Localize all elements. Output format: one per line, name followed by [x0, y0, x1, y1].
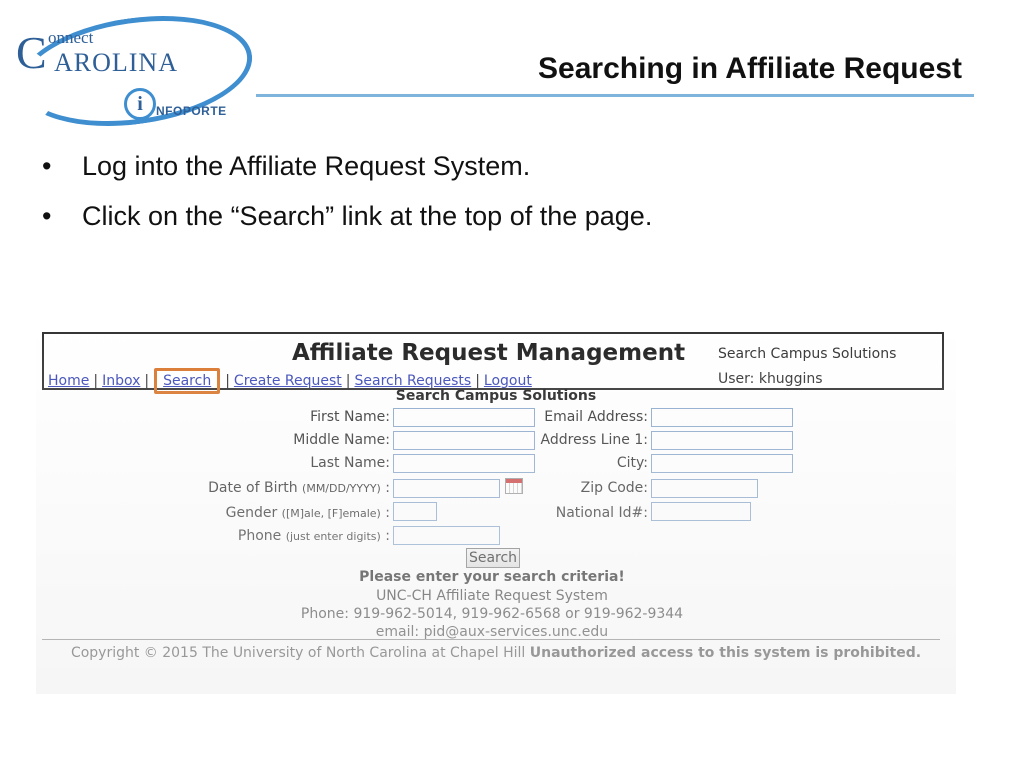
logo-carolina-text: AROLINA [54, 48, 178, 77]
nav-inbox-link[interactable]: Inbox [102, 373, 140, 389]
logo-infoporte-text: NFOPORTE [156, 104, 227, 118]
contact-email: email: pid@aux-services.unc.edu [375, 624, 609, 640]
dob-label-text: Date of Birth [208, 480, 298, 496]
context-label: Search Campus Solutions [718, 346, 897, 362]
nav-separator: | [225, 373, 230, 389]
first-name-label: First Name: [310, 409, 390, 425]
dob-label: Date of Birth (MM/DD/YYYY) : [136, 480, 390, 496]
phone-colon: : [385, 528, 390, 544]
national-id-input[interactable] [651, 502, 751, 521]
app-screenshot: Affiliate Request Management Home | Inbox |… [36, 324, 956, 694]
contact-phones: Phone: 919-962-5014, 919-962-6568 or 919… [300, 606, 684, 622]
phone-input[interactable] [393, 526, 500, 545]
app-header: Affiliate Request Management Home | Inbox |… [42, 332, 944, 394]
nav-search-requests-link[interactable]: Search Requests [354, 373, 471, 389]
infoporte-i-icon: i [124, 88, 156, 120]
middle-name-label: Middle Name: [293, 432, 390, 448]
slide-title: Searching in Affiliate Request [538, 52, 962, 85]
gender-label: Gender ([M]ale, [F]emale) : [136, 505, 390, 521]
logo-connect-text: onnect [48, 28, 94, 47]
zip-label: Zip Code: [580, 480, 648, 496]
search-prompt: Please enter your search criteria! [359, 569, 625, 585]
instruction-bullets: Log into the Affiliate Request System. C… [40, 146, 680, 246]
dob-hint: (MM/DD/YYYY) [302, 482, 381, 495]
form-title: Search Campus Solutions [395, 388, 597, 404]
connect-carolina-logo: C onnect AROLINA i NFOPORTE [10, 2, 260, 140]
phone-hint: (just enter digits) [285, 530, 381, 543]
bullet-item: Click on the “Search” link at the top of… [40, 196, 680, 236]
address-input[interactable] [651, 431, 793, 450]
bullet-item: Log into the Affiliate Request System. [40, 146, 680, 186]
nav-logout-link[interactable]: Logout [484, 373, 532, 389]
nav-separator: | [144, 373, 150, 389]
nav-separator: | [475, 373, 480, 389]
gender-input[interactable] [393, 502, 437, 521]
gender-colon: : [385, 505, 390, 521]
gender-hint: ([M]ale, [F]emale) [281, 507, 381, 520]
unauthorized-warning: Unauthorized access to this system is pr… [529, 645, 922, 661]
address-label: Address Line 1: [540, 432, 648, 448]
phone-label-text: Phone [237, 528, 282, 544]
logo-big-c: C [16, 27, 47, 78]
footer: Copyright © 2015 The University of North… [56, 644, 936, 663]
last-name-label: Last Name: [310, 455, 390, 471]
title-underline [256, 94, 974, 97]
email-input[interactable] [651, 408, 793, 427]
header-info: Search Campus Solutions User: khuggins [718, 342, 896, 392]
search-button[interactable]: Search [466, 548, 520, 568]
city-label: City: [616, 455, 648, 471]
system-name: UNC-CH Affiliate Request System [376, 588, 608, 604]
dob-colon: : [385, 480, 390, 496]
city-input[interactable] [651, 454, 793, 473]
zip-input[interactable] [651, 479, 758, 498]
dob-input[interactable] [393, 479, 500, 498]
national-id-label: National Id#: [555, 505, 648, 521]
nav-search-link[interactable]: Search [163, 373, 211, 389]
copyright-text: Copyright © 2015 The University of North… [70, 645, 526, 661]
nav-create-request-link[interactable]: Create Request [234, 373, 342, 389]
nav-home-link[interactable]: Home [48, 373, 89, 389]
app-title: Affiliate Request Management [292, 340, 686, 366]
footer-divider [42, 639, 940, 640]
phone-label: Phone (just enter digits) : [136, 528, 390, 544]
email-label: Email Address: [544, 409, 648, 425]
nav-separator: | [93, 373, 99, 389]
nav-separator: | [345, 373, 351, 389]
gender-label-text: Gender [225, 505, 278, 521]
